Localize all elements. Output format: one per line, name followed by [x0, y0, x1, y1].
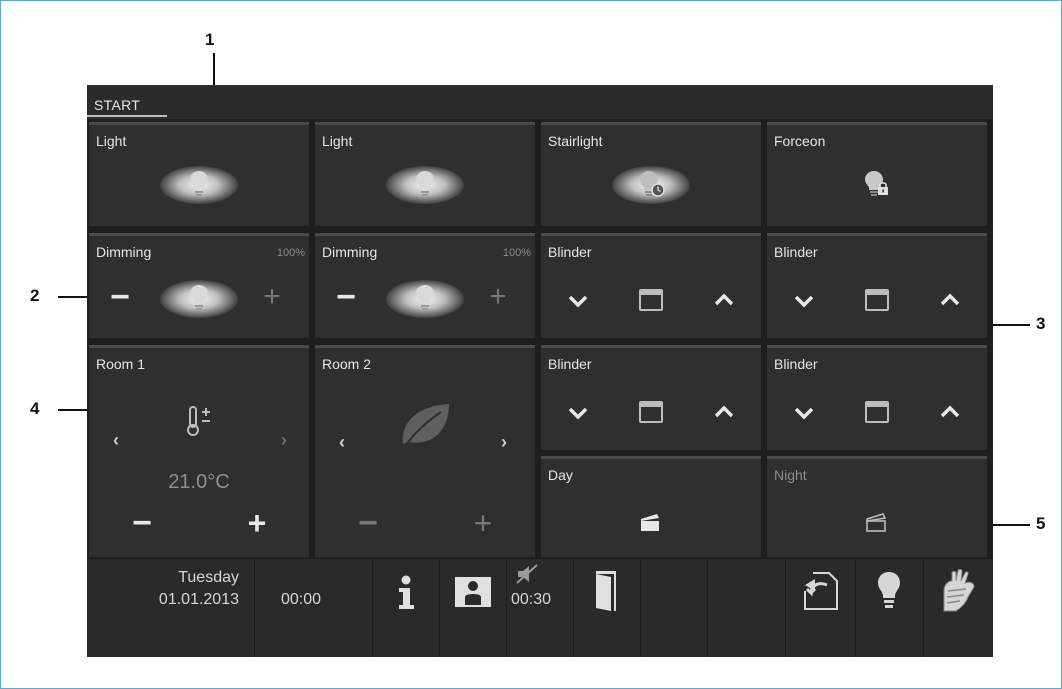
cleaning-hand-icon: [943, 569, 975, 612]
light-bulb-icon: [190, 285, 208, 310]
chevron-up-icon[interactable]: [713, 405, 735, 419]
tile-title: Room 1: [96, 356, 146, 372]
tile-forceon[interactable]: Forceon: [767, 122, 987, 226]
chevron-up-icon[interactable]: [713, 293, 735, 307]
dim-up-button[interactable]: +: [483, 280, 513, 314]
window-stop-icon[interactable]: [639, 289, 663, 311]
tile-title: Dimming: [322, 244, 378, 260]
callout-5: 5: [1036, 514, 1046, 533]
next-arrow[interactable]: ›: [281, 430, 287, 451]
light-bulb-icon: [190, 171, 208, 196]
date-label: 01.01.2013: [158, 591, 239, 608]
tile-title: Light: [322, 133, 353, 149]
previous-arrow[interactable]: ‹: [339, 432, 345, 453]
tile-title: Blinder: [774, 356, 818, 372]
title-underline: [87, 115, 167, 117]
callout-1: 1: [205, 30, 215, 49]
locked-bulb-icon: [865, 171, 888, 196]
next-arrow[interactable]: ›: [501, 432, 507, 453]
empty-slot-1: [641, 559, 707, 657]
door-icon: [596, 571, 616, 611]
presence-button[interactable]: [440, 559, 506, 657]
page-title: START: [94, 97, 141, 113]
tile-stairlight[interactable]: Stairlight: [541, 122, 761, 226]
tile-light-1[interactable]: Light: [89, 122, 309, 226]
tile-blinder-3: Blinder: [541, 345, 761, 450]
window-stop-icon[interactable]: [865, 289, 889, 311]
chevron-up-icon[interactable]: [939, 405, 961, 419]
tile-light-2[interactable]: Light: [315, 122, 535, 226]
timer-label: 00:30: [511, 591, 552, 608]
room-temperature: 21.0°C: [168, 471, 230, 493]
date-cell: Tuesday 01.01.2013: [87, 559, 254, 657]
tile-title: Forceon: [774, 133, 826, 149]
tile-blinder-2: Blinder: [767, 233, 987, 338]
eco-leaf-icon: [402, 404, 449, 447]
tile-scene-day[interactable]: Day: [541, 456, 761, 557]
tile-room-2: Room 2 ‹ › − +: [315, 345, 535, 557]
tile-blinder-1: Blinder: [541, 233, 761, 338]
chevron-down-icon[interactable]: [793, 406, 815, 420]
lights-button[interactable]: [856, 559, 923, 657]
tile-title: Day: [548, 467, 573, 483]
chevron-down-icon[interactable]: [567, 294, 589, 308]
bulb-icon: [878, 572, 900, 608]
time-label: 00:00: [281, 591, 322, 608]
tile-blinder-4: Blinder: [767, 345, 987, 450]
tile-title: Light: [96, 133, 127, 149]
tile-scene-night[interactable]: Night: [767, 456, 987, 557]
callout-4: 4: [30, 399, 40, 418]
tile-room-1: Room 1 ‹ › 21.0°C − +: [89, 345, 309, 557]
window-stop-icon[interactable]: [865, 401, 889, 423]
callout-3: 3: [1036, 314, 1046, 333]
chevron-up-icon[interactable]: [939, 293, 961, 307]
callout-2: 2: [30, 286, 40, 305]
time-cell: 00:00: [255, 559, 372, 657]
dimming-level: 100%: [502, 247, 531, 259]
dim-down-button[interactable]: −: [105, 280, 135, 314]
previous-arrow[interactable]: ‹: [113, 430, 119, 451]
mute-timer-icon: [516, 564, 538, 584]
door-button[interactable]: [574, 559, 640, 657]
light-bulb-icon: [416, 285, 434, 310]
info-button[interactable]: [373, 559, 439, 657]
cleaning-button[interactable]: [924, 559, 993, 657]
touch-panel-screen: START Light Light Stairlight Forceon Dim…: [87, 85, 993, 657]
temperature-up-button[interactable]: +: [242, 506, 272, 540]
back-icon: [804, 572, 838, 610]
tile-dimming-1[interactable]: Dimming 100% − +: [89, 233, 309, 338]
dim-down-button[interactable]: −: [331, 280, 361, 314]
tile-title: Blinder: [548, 244, 592, 260]
dimming-level: 100%: [276, 247, 305, 259]
mute-timer-button[interactable]: 00:30: [507, 559, 573, 657]
tile-title: Night: [774, 467, 807, 483]
tile-title: Dimming: [96, 244, 152, 260]
weekday-label: Tuesday: [178, 569, 239, 586]
temperature-down-button[interactable]: −: [127, 506, 157, 540]
empty-slot-2: [708, 559, 785, 657]
person-icon: [455, 577, 491, 607]
window-stop-icon[interactable]: [639, 401, 663, 423]
tile-title: Blinder: [548, 356, 592, 372]
temperature-up-button[interactable]: +: [468, 506, 498, 540]
scene-clapper-icon: [641, 514, 659, 531]
tile-dimming-2[interactable]: Dimming 100% − +: [315, 233, 535, 338]
info-icon: [399, 575, 414, 609]
tile-title: Stairlight: [548, 133, 603, 149]
scene-clapper-icon: [866, 513, 887, 532]
tile-title: Room 2: [322, 356, 372, 372]
temperature-down-button[interactable]: −: [353, 506, 383, 540]
stairlight-timer-bulb-icon: [640, 171, 665, 197]
header-bar: START: [87, 85, 993, 119]
back-button[interactable]: [786, 559, 855, 657]
chevron-down-icon[interactable]: [793, 294, 815, 308]
thermometer-setpoint-icon: [187, 406, 210, 436]
tile-title: Blinder: [774, 244, 818, 260]
chevron-down-icon[interactable]: [567, 406, 589, 420]
light-bulb-icon: [416, 171, 434, 196]
dim-up-button[interactable]: +: [257, 280, 287, 314]
